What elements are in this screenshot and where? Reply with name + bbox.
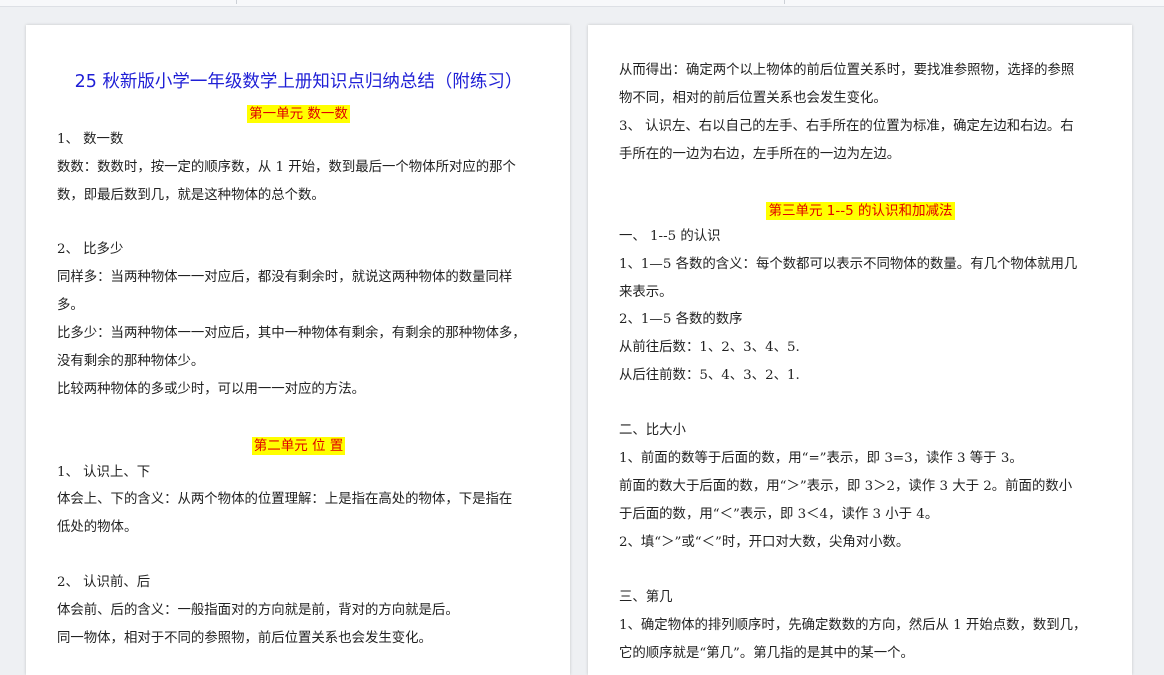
paragraph-line: 比较两种物体的多或少时，可以用一一对应的方法。	[57, 382, 365, 397]
paragraph-line: 同样多：当两种物体一一对应后，都没有剩余时，就说这两种物体的数量同样	[57, 270, 513, 285]
paragraph-line: 它的顺序就是“第几”。第几指的是其中的某一个。	[619, 646, 914, 661]
document-page-left: 25 秋新版小学一年级数学上册知识点归纳总结（附练习） 第一单元 数一数 1、 …	[26, 25, 570, 675]
paragraph-line: 从前往后数：1、2、3、4、5.	[619, 340, 800, 355]
paragraph-line: 三、第几	[619, 590, 673, 605]
unit1-heading: 第一单元 数一数	[247, 105, 350, 123]
paragraph-line: 没有剩余的那种物体少。	[57, 354, 205, 369]
paragraph-line: 1、1—5 各数的含义：每个数都可以表示不同物体的数量。有几个物体就用几	[619, 257, 1078, 272]
paragraph-line: 二、比大小	[619, 423, 686, 438]
paragraph-line: 物不同，相对的前后位置关系也会发生变化。	[619, 91, 887, 106]
paragraph-line: 低处的物体。	[57, 520, 138, 535]
toolbar-divider	[784, 0, 785, 4]
paragraph-line: 1、 数一数	[57, 132, 124, 147]
paragraph-line: 手所在的一边为右边，左手所在的一边为左边。	[619, 147, 901, 162]
paragraph-line: 体会上、下的含义：从两个物体的位置理解：上是指在高处的物体，下是指在	[57, 492, 513, 507]
paragraph-line: 多。	[57, 298, 84, 313]
paragraph-line: 从后往前数：5、4、3、2、1.	[619, 368, 800, 383]
top-toolbar-strip	[0, 0, 1164, 7]
toolbar-divider	[236, 0, 237, 4]
paragraph-line: 于后面的数，用“＜”表示，即 3＜4，读作 3 小于 4。	[619, 507, 939, 522]
unit2-heading: 第二单元 位 置	[251, 437, 346, 455]
document-page-right: 从而得出：确定两个以上物体的前后位置关系时，要找准参照物，选择的参照 物不同，相…	[588, 25, 1132, 675]
paragraph-line: 数，即最后数到几，就是这种物体的总个数。	[57, 188, 325, 203]
paragraph-line: 1、 认识上、下	[57, 465, 151, 480]
paragraph-line: 2、填“＞”或“＜”时，开口对大数，尖角对小数。	[619, 535, 910, 550]
paragraph-line: 体会前、后的含义：一般指面对的方向就是前，背对的方向就是后。	[57, 603, 459, 618]
paragraph-line: 同一物体，相对于不同的参照物，前后位置关系也会发生变化。	[57, 631, 432, 646]
unit3-heading: 第三单元 1--5 的认识和加减法	[766, 202, 955, 220]
paragraph-line: 前面的数大于后面的数，用“＞”表示，即 3＞2，读作 3 大于 2。前面的数小	[619, 479, 1073, 494]
paragraph-line: 从而得出：确定两个以上物体的前后位置关系时，要找准参照物，选择的参照	[619, 63, 1075, 78]
paragraph-line: 比多少：当两种物体一一对应后，其中一种物体有剩余，有剩余的那种物体多，	[57, 326, 526, 341]
document-title: 25 秋新版小学一年级数学上册知识点归纳总结（附练习）	[74, 72, 523, 92]
paragraph-line: 2、 认识前、后	[57, 575, 151, 590]
paragraph-line: 来表示。	[619, 285, 673, 300]
paragraph-line: 3、 认识左、右以自己的左手、右手所在的位置为标准，确定左边和右边。右	[619, 119, 1074, 134]
paragraph-line: 1、前面的数等于后面的数，用“=”表示，即 3=3，读作 3 等于 3。	[619, 451, 1023, 466]
paragraph-line: 2、1—5 各数的数序	[619, 312, 743, 327]
paragraph-line: 2、 比多少	[57, 242, 124, 257]
paragraph-line: 1、确定物体的排列顺序时，先确定数数的方向，然后从 1 开始点数，数到几，	[619, 618, 1087, 633]
paragraph-line: 一、 1--5 的认识	[619, 229, 721, 244]
paragraph-line: 数数：数数时，按一定的顺序数，从 1 开始，数到最后一个物体所对应的那个	[57, 160, 516, 175]
